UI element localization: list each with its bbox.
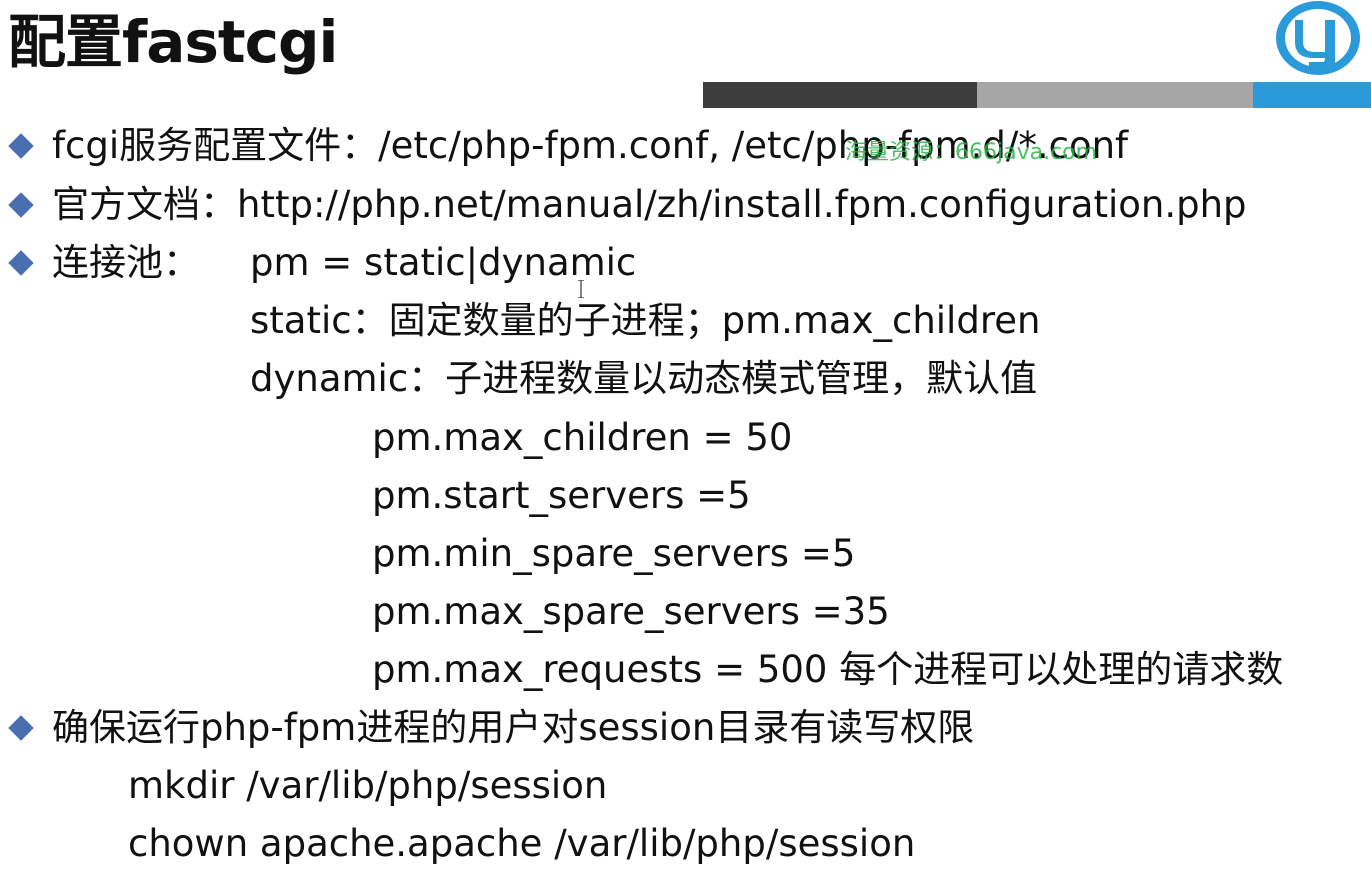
header-bar-gray	[977, 82, 1253, 108]
max-children-line: pm.max_children = 50	[372, 416, 793, 459]
dynamic-desc-line: dynamic：子进程数量以动态模式管理，默认值	[250, 357, 1038, 400]
start-servers-line: pm.start_servers =5	[372, 474, 751, 517]
brand-logo-icon	[1276, 1, 1360, 75]
bullet-icon	[8, 192, 34, 218]
session-perm-line: 确保运行php-fpm进程的用户对session目录有读写权限	[52, 706, 975, 749]
max-requests-line: pm.max_requests = 500 每个进程可以处理的请求数	[372, 648, 1284, 691]
header-bar-dark	[703, 82, 977, 108]
watermark-text: 海量资源：666java.com	[845, 140, 1098, 165]
text-cursor-icon	[578, 280, 584, 298]
slide-title: 配置fastcgi	[8, 8, 338, 76]
chown-command: chown apache.apache /var/lib/php/session	[128, 822, 916, 865]
official-doc-line: 官方文档：http://php.net/manual/zh/install.fp…	[52, 183, 1247, 226]
pool-label: 连接池：	[52, 241, 200, 284]
bullet-icon	[8, 133, 34, 159]
static-desc-line: static：固定数量的子进程；pm.max_children	[250, 299, 1041, 342]
max-spare-line: pm.max_spare_servers =35	[372, 590, 890, 633]
min-spare-line: pm.min_spare_servers =5	[372, 532, 856, 575]
bullet-icon	[8, 715, 34, 741]
mkdir-command: mkdir /var/lib/php/session	[128, 764, 608, 807]
bullet-icon	[8, 250, 34, 276]
header-bar-blue	[1253, 82, 1371, 108]
